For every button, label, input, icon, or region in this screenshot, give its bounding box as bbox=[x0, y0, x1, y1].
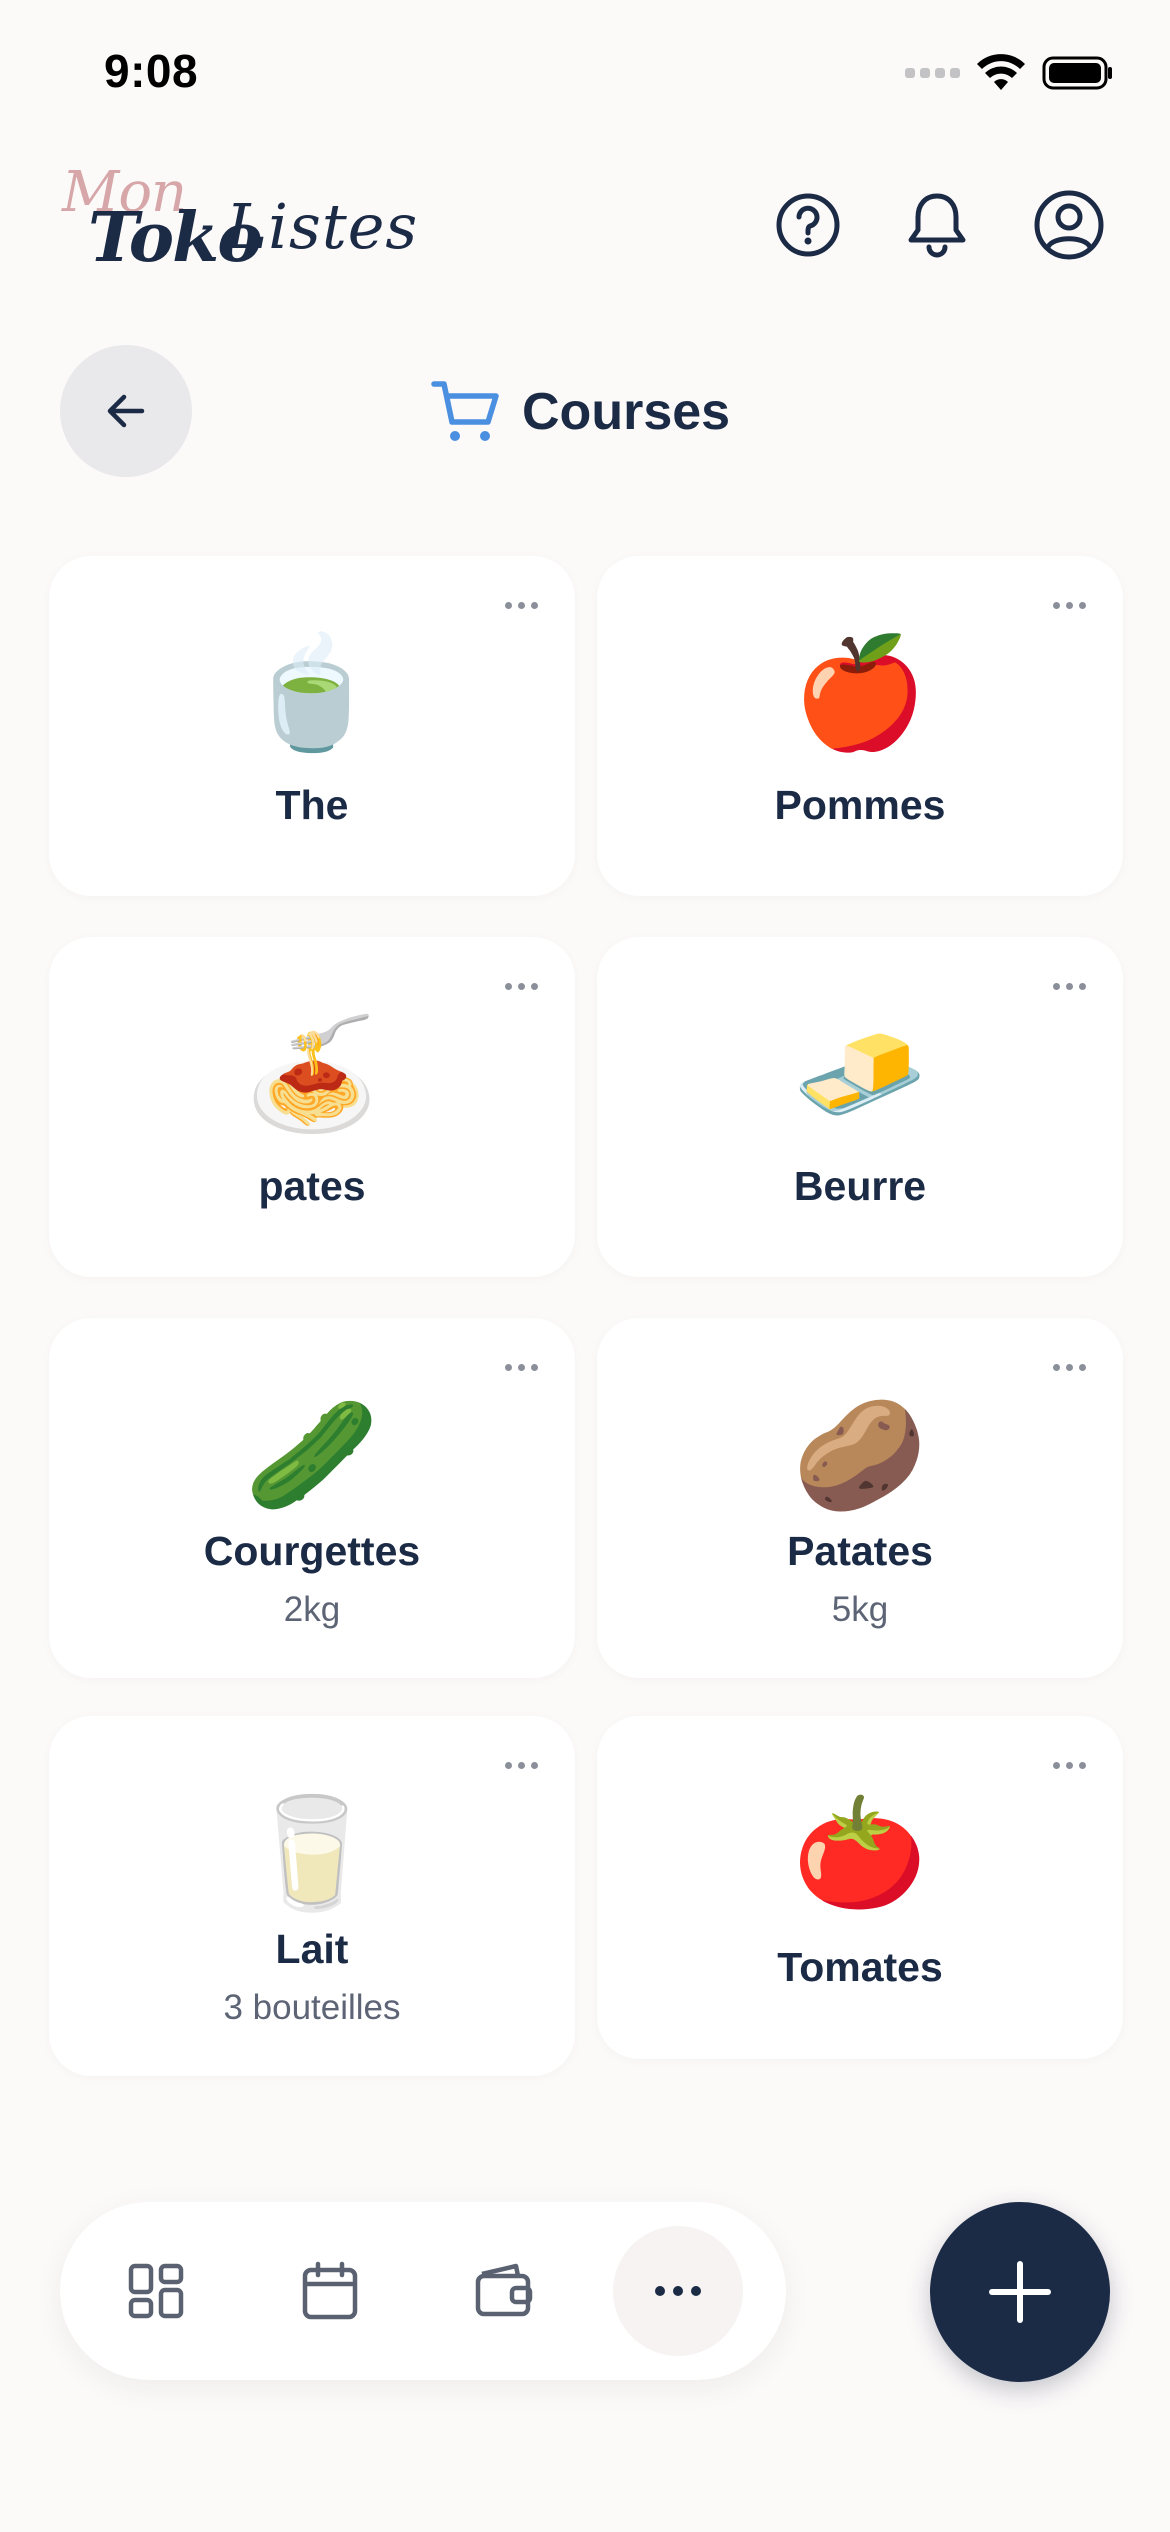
item-card[interactable]: 🧈 Beurre bbox=[597, 937, 1123, 1277]
item-card[interactable]: 🥒 Courgettes 2kg bbox=[49, 1318, 575, 1678]
item-card[interactable]: 🍝 pates bbox=[49, 937, 575, 1277]
calendar-icon bbox=[302, 2261, 358, 2320]
potato-icon: 🥔 bbox=[792, 1394, 928, 1515]
tea-icon: 🍵 bbox=[244, 632, 380, 753]
nav-calendar[interactable] bbox=[265, 2226, 395, 2356]
item-quantity: 2kg bbox=[283, 1590, 341, 1629]
item-name: Beurre bbox=[793, 1163, 927, 1209]
more-icon bbox=[655, 2286, 701, 2296]
arrow-left-icon bbox=[107, 394, 145, 428]
cucumber-icon: 🥒 bbox=[244, 1394, 380, 1515]
more-options-icon[interactable] bbox=[1049, 598, 1089, 612]
item-name: Tomates bbox=[777, 1944, 943, 1990]
item-name: Courgettes bbox=[203, 1528, 421, 1574]
more-options-icon[interactable] bbox=[1049, 1360, 1089, 1374]
cart-icon bbox=[431, 381, 499, 441]
user-icon bbox=[1034, 190, 1104, 260]
bottom-nav bbox=[60, 2202, 786, 2380]
plus-icon bbox=[989, 2261, 1051, 2323]
page-title: Courses bbox=[522, 383, 731, 441]
more-options-icon[interactable] bbox=[501, 598, 541, 612]
nav-more[interactable] bbox=[613, 2226, 743, 2356]
back-button[interactable] bbox=[60, 345, 192, 477]
item-quantity: 3 bouteilles bbox=[223, 1988, 401, 2027]
item-card[interactable]: 🥛 Lait 3 bouteilles bbox=[49, 1716, 575, 2076]
item-name: pates bbox=[258, 1163, 366, 1209]
battery-icon bbox=[1042, 56, 1112, 90]
help-button[interactable] bbox=[771, 188, 845, 262]
item-quantity: 5kg bbox=[831, 1590, 889, 1629]
tomato-icon: 🍅 bbox=[792, 1792, 928, 1913]
item-card[interactable]: 🥔 Patates 5kg bbox=[597, 1318, 1123, 1678]
more-options-icon[interactable] bbox=[501, 1360, 541, 1374]
apple-icon: 🍎 bbox=[792, 632, 928, 753]
more-options-icon[interactable] bbox=[1049, 1758, 1089, 1772]
wallet-icon bbox=[475, 2263, 533, 2317]
status-icons bbox=[905, 54, 1114, 92]
status-time: 9:08 bbox=[104, 45, 199, 97]
more-options-icon[interactable] bbox=[1049, 979, 1089, 993]
add-item-button[interactable] bbox=[930, 2202, 1110, 2382]
app-logo: Mon Toko Listes bbox=[60, 160, 417, 290]
wifi-icon bbox=[977, 54, 1025, 90]
logo-listes: Listes bbox=[226, 190, 419, 263]
butter-icon: 🧈 bbox=[792, 1013, 928, 1134]
cellular-signal-icon bbox=[905, 68, 960, 78]
item-name: Pommes bbox=[774, 782, 946, 828]
item-name: Patates bbox=[787, 1528, 933, 1574]
nav-wallet[interactable] bbox=[439, 2226, 569, 2356]
item-card[interactable]: 🍵 The bbox=[49, 556, 575, 896]
more-options-icon[interactable] bbox=[501, 1758, 541, 1772]
screen: 9:08 Mon Toko Listes Courses 🍵 The 🍎 Pom… bbox=[0, 0, 1170, 2532]
profile-button[interactable] bbox=[1032, 188, 1106, 262]
item-card[interactable]: 🍎 Pommes bbox=[597, 556, 1123, 896]
milk-icon: 🥛 bbox=[244, 1792, 380, 1913]
nav-dashboard[interactable] bbox=[91, 2226, 221, 2356]
more-options-icon[interactable] bbox=[501, 979, 541, 993]
page-header: Courses bbox=[430, 372, 730, 452]
dashboard-icon bbox=[128, 2263, 184, 2319]
bell-icon bbox=[908, 193, 966, 258]
item-name: The bbox=[275, 782, 349, 828]
item-card[interactable]: 🍅 Tomates bbox=[597, 1716, 1123, 2059]
item-name: Lait bbox=[275, 1926, 349, 1972]
notifications-button[interactable] bbox=[900, 188, 974, 262]
help-icon bbox=[776, 193, 840, 257]
spaghetti-icon: 🍝 bbox=[244, 1013, 380, 1134]
